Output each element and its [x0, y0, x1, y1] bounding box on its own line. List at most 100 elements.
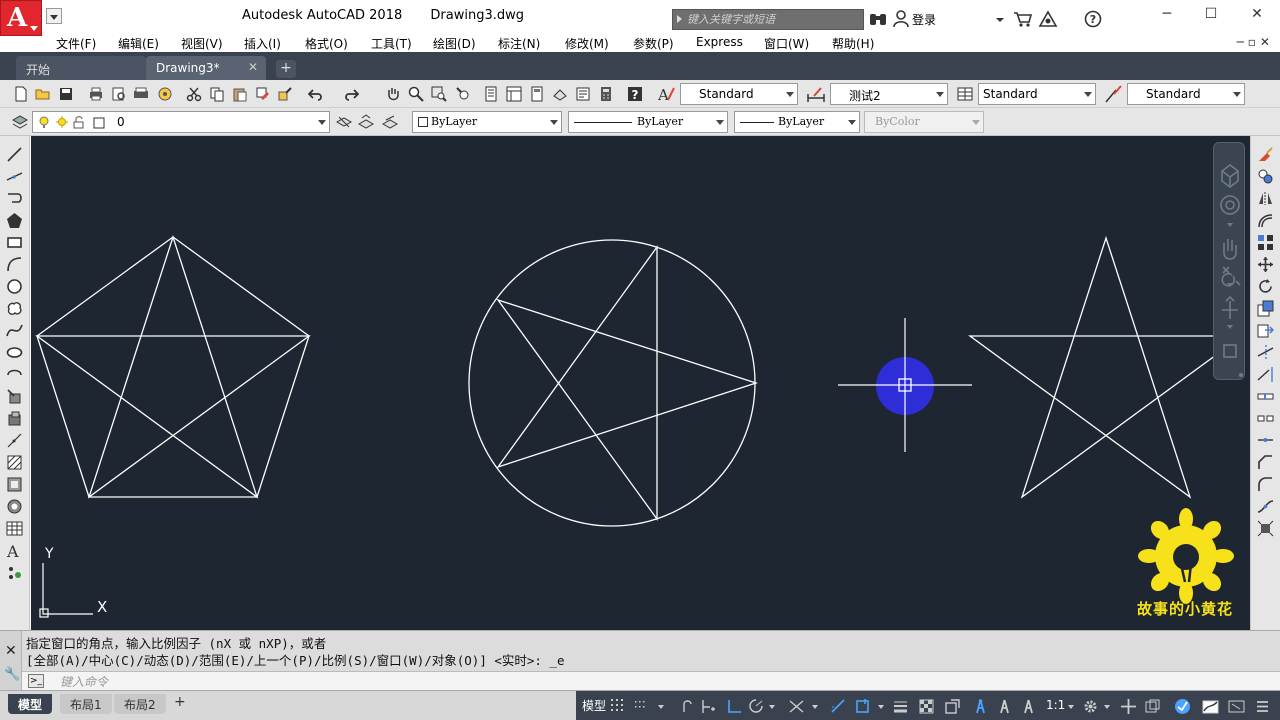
region-icon[interactable]	[6, 498, 23, 515]
multiline-text-icon[interactable]: A	[6, 542, 23, 559]
dynamic-input-icon[interactable]	[700, 698, 717, 715]
units-icon[interactable]	[1144, 698, 1161, 715]
expand-icon[interactable]	[677, 15, 682, 23]
blend-curves-icon[interactable]	[1257, 498, 1274, 515]
tab-layout2[interactable]: 布局2	[114, 694, 166, 714]
make-block-icon[interactable]	[6, 410, 23, 427]
isolate-objects-icon[interactable]	[1202, 698, 1219, 715]
publish-icon[interactable]	[133, 86, 149, 102]
chevron-down-icon[interactable]	[658, 705, 664, 709]
text-style-dropdown[interactable]: Standard	[680, 83, 798, 105]
multileader-style-dropdown[interactable]: Standard	[1127, 83, 1245, 105]
hatch-icon[interactable]	[6, 454, 23, 471]
wrench-icon[interactable]: 🔧	[4, 667, 20, 682]
zoom-window-icon[interactable]	[431, 86, 447, 102]
gradient-icon[interactable]	[6, 476, 23, 493]
annotation-monitor-icon[interactable]	[1120, 698, 1137, 715]
rectangle-icon[interactable]	[6, 234, 23, 251]
ortho-mode-icon[interactable]	[726, 698, 743, 715]
tab-model[interactable]: 模型	[8, 694, 53, 714]
menu-format[interactable]: 格式(O)	[305, 35, 348, 52]
dim-style-icon[interactable]	[806, 84, 826, 104]
spline-icon[interactable]	[6, 322, 23, 339]
circle-icon[interactable]	[6, 278, 23, 295]
layer-dropdown[interactable]: 0	[32, 111, 330, 133]
pentagram-in-pentagon[interactable]	[35, 234, 311, 499]
object-snap-icon[interactable]	[854, 698, 871, 715]
design-center-icon[interactable]	[506, 86, 522, 102]
add-selected-icon[interactable]	[6, 564, 23, 581]
undo-icon[interactable]	[308, 86, 324, 102]
save-icon[interactable]	[58, 86, 74, 102]
line-icon[interactable]	[6, 146, 23, 163]
menu-file[interactable]: 文件(F)	[56, 35, 96, 52]
chevron-down-icon[interactable]	[996, 18, 1004, 22]
menu-view[interactable]: 视图(V)	[181, 35, 223, 52]
workspace-gear-icon[interactable]	[1082, 698, 1099, 715]
zoom-previous-icon[interactable]	[455, 86, 471, 102]
plot-preview-icon[interactable]	[111, 86, 127, 102]
close-icon[interactable]: ✕	[5, 643, 17, 659]
command-prompt-icon[interactable]: >_	[28, 674, 44, 688]
annotation-scale-icon[interactable]	[1020, 698, 1037, 715]
sign-in-link[interactable]: 登录	[912, 11, 936, 28]
fillet-icon[interactable]	[1257, 476, 1274, 493]
color-dropdown[interactable]: ByLayer	[412, 111, 562, 133]
object-snap-tracking-icon[interactable]	[830, 698, 847, 715]
cart-icon[interactable]	[1013, 10, 1033, 28]
grid-icon[interactable]	[610, 698, 627, 715]
polygon-icon[interactable]	[6, 212, 23, 229]
menu-parametric[interactable]: 参数(P)	[633, 35, 674, 52]
minimize-button[interactable]: ─	[1152, 6, 1182, 24]
model-space-toggle[interactable]: 模型	[582, 697, 606, 714]
table-style-icon[interactable]	[956, 84, 976, 104]
dim-style-dropdown[interactable]: 测试2	[830, 83, 948, 105]
menu-edit[interactable]: 编辑(E)	[118, 35, 159, 52]
sheet-set-icon[interactable]	[552, 86, 568, 102]
menu-insert[interactable]: 插入(I)	[244, 35, 281, 52]
layer-previous-icon[interactable]	[358, 114, 374, 130]
print-icon[interactable]	[88, 86, 104, 102]
exchange-icon[interactable]	[1038, 10, 1058, 28]
ellipse-icon[interactable]	[6, 344, 23, 361]
linetype-dropdown[interactable]: ByLayer	[568, 111, 728, 133]
command-input[interactable]	[60, 673, 660, 690]
add-layout-button[interactable]: +	[174, 694, 186, 710]
chevron-down-icon[interactable]	[812, 705, 818, 709]
standalone-pentagram[interactable]	[968, 235, 1244, 499]
document-window-controls[interactable]: ─▫✕	[1237, 35, 1274, 49]
block-editor-icon[interactable]	[277, 86, 293, 102]
chamfer-icon[interactable]	[1257, 454, 1274, 471]
break-icon[interactable]	[1257, 410, 1274, 427]
paste-icon[interactable]	[232, 86, 248, 102]
offset-icon[interactable]	[1257, 212, 1274, 229]
chevron-down-icon[interactable]	[878, 705, 884, 709]
snap-mode-icon[interactable]	[634, 698, 651, 715]
point-icon[interactable]	[6, 432, 23, 449]
circle-shape[interactable]	[468, 239, 756, 527]
revision-cloud-icon[interactable]	[6, 300, 23, 317]
copy-object-icon[interactable]	[1257, 168, 1274, 185]
3d-print-icon[interactable]	[157, 86, 173, 102]
help-icon[interactable]: ?	[627, 86, 643, 102]
zoom-realtime-icon[interactable]	[408, 86, 424, 102]
quick-access-dropdown[interactable]	[46, 8, 62, 24]
scale-icon[interactable]	[1257, 300, 1274, 317]
pan-hand-icon[interactable]	[385, 86, 401, 102]
break-at-point-icon[interactable]	[1257, 388, 1274, 405]
make-object-layer-current-icon[interactable]	[336, 114, 352, 130]
extend-icon[interactable]	[1257, 366, 1274, 383]
menu-help[interactable]: 帮助(H)	[832, 35, 874, 52]
transparency-icon[interactable]	[918, 698, 935, 715]
auto-scale-icon[interactable]	[996, 698, 1013, 715]
lineweight-icon[interactable]	[892, 698, 909, 715]
markup-set-icon[interactable]	[575, 86, 591, 102]
move-icon[interactable]	[1257, 256, 1274, 273]
stretch-icon[interactable]	[1257, 322, 1274, 339]
table-icon[interactable]	[6, 520, 23, 537]
clean-screen-icon[interactable]	[1228, 698, 1245, 715]
new-tab-button[interactable]: +	[276, 60, 296, 78]
annotation-scale-value[interactable]: 1:1	[1046, 698, 1065, 712]
help-icon[interactable]: ?	[1084, 10, 1104, 28]
insert-block-icon[interactable]	[6, 388, 23, 405]
